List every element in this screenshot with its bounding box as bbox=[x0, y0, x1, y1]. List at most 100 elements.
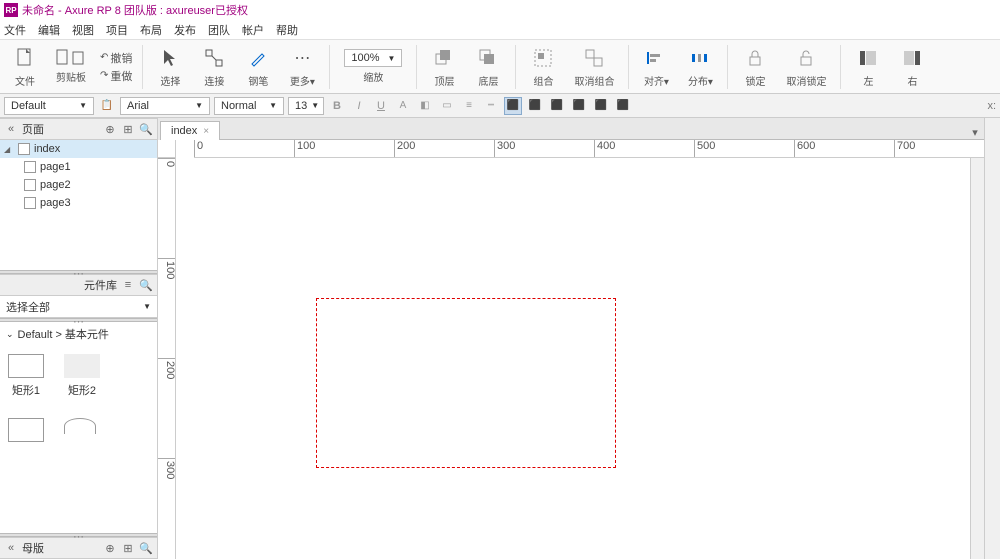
tb-left[interactable]: 左 bbox=[851, 45, 885, 88]
align-left-button[interactable]: ⬛ bbox=[504, 97, 522, 115]
close-tab-icon[interactable]: × bbox=[203, 126, 209, 137]
panel-splitter[interactable] bbox=[0, 318, 157, 322]
pen-icon bbox=[245, 45, 271, 71]
horizontal-ruler[interactable]: 0 100 200 300 400 500 600 700 800 bbox=[194, 140, 984, 158]
hotspot-widget[interactable] bbox=[316, 298, 616, 468]
tb-align[interactable]: 对齐▾ bbox=[639, 45, 673, 88]
menu-account[interactable]: 帐户 bbox=[242, 22, 264, 38]
font-select[interactable]: Arial▼ bbox=[120, 97, 210, 115]
panel-splitter[interactable] bbox=[0, 533, 157, 537]
menu-help[interactable]: 帮助 bbox=[276, 22, 298, 38]
shape-rect1[interactable]: 矩形1 bbox=[8, 354, 44, 398]
menu-team[interactable]: 团队 bbox=[208, 22, 230, 38]
tb-right[interactable]: 右 bbox=[895, 45, 929, 88]
tb-unlock[interactable]: 取消锁定 bbox=[782, 45, 830, 88]
page-icon bbox=[18, 143, 30, 155]
style-copy-icon[interactable]: 📋 bbox=[98, 97, 116, 115]
tabs-dropdown-icon[interactable]: ▾ bbox=[966, 126, 984, 140]
send-back-icon bbox=[475, 45, 501, 71]
fill-color-button[interactable]: ◧ bbox=[416, 97, 434, 115]
page-icon bbox=[24, 161, 36, 173]
vertical-scrollbar[interactable] bbox=[970, 158, 984, 559]
shape-rect2[interactable]: 矩形2 bbox=[64, 354, 100, 398]
menu-view[interactable]: 视图 bbox=[72, 22, 94, 38]
add-folder-icon[interactable]: ⊞ bbox=[121, 541, 135, 555]
menu-publish[interactable]: 发布 bbox=[174, 22, 196, 38]
tab-index[interactable]: index × bbox=[160, 121, 220, 140]
tb-file[interactable]: 文件 bbox=[8, 45, 42, 88]
tb-zoom[interactable]: 100%▼ 缩放 bbox=[340, 49, 406, 84]
tb-ungroup[interactable]: 取消组合 bbox=[570, 45, 618, 88]
tb-front[interactable]: 顶层 bbox=[427, 45, 461, 88]
menu-edit[interactable]: 编辑 bbox=[38, 22, 60, 38]
select-icon bbox=[157, 45, 183, 71]
italic-button[interactable]: I bbox=[350, 97, 368, 115]
shape-ellipse[interactable] bbox=[64, 418, 96, 442]
lock-icon bbox=[742, 45, 768, 71]
page-row-page1[interactable]: page1 bbox=[0, 158, 157, 176]
size-select[interactable]: 13▼ bbox=[288, 97, 324, 115]
shape-rect3[interactable] bbox=[8, 418, 44, 442]
tb-clipboard[interactable]: 剪贴板 bbox=[52, 49, 90, 84]
add-master-icon[interactable]: ⊕ bbox=[103, 541, 117, 555]
search-icon[interactable]: 🔍 bbox=[139, 278, 153, 292]
search-icon[interactable]: 🔍 bbox=[139, 122, 153, 136]
tb-distribute[interactable]: 分布▾ bbox=[683, 45, 717, 88]
border-style-button[interactable]: ┅ bbox=[482, 97, 500, 115]
page-row-page3[interactable]: page3 bbox=[0, 194, 157, 212]
tb-redo[interactable]: ↷ 重做 bbox=[100, 68, 132, 84]
collapse-icon[interactable]: « bbox=[4, 541, 18, 555]
format-bar: Default▼ 📋 Arial▼ Normal▼ 13▼ B I U A ◧ … bbox=[0, 94, 1000, 118]
ungroup-icon bbox=[581, 45, 607, 71]
lib-menu-icon[interactable]: ≡ bbox=[121, 278, 135, 292]
style-select[interactable]: Default▼ bbox=[4, 97, 94, 115]
tb-more[interactable]: ⋯ 更多▾ bbox=[285, 45, 319, 88]
valign-top-button[interactable]: ⬛ bbox=[570, 97, 588, 115]
tb-select[interactable]: 选择 bbox=[153, 45, 187, 88]
expand-icon[interactable]: ◢ bbox=[4, 145, 14, 154]
add-page-icon[interactable]: ⊕ bbox=[103, 122, 117, 136]
align-center-button[interactable]: ⬛ bbox=[526, 97, 544, 115]
pages-panel-header: « 页面 ⊕ ⊞ 🔍 bbox=[0, 118, 157, 140]
tb-connect[interactable]: 连接 bbox=[197, 45, 231, 88]
panel-left-icon bbox=[855, 45, 881, 71]
valign-bot-button[interactable]: ⬛ bbox=[614, 97, 632, 115]
inspector-x-label: x: bbox=[987, 100, 996, 112]
tb-group[interactable]: 组合 bbox=[526, 45, 560, 88]
valign-mid-button[interactable]: ⬛ bbox=[592, 97, 610, 115]
text-color-button[interactable]: A bbox=[394, 97, 412, 115]
menu-file[interactable]: 文件 bbox=[4, 22, 26, 38]
add-folder-icon[interactable]: ⊞ bbox=[121, 122, 135, 136]
search-icon[interactable]: 🔍 bbox=[139, 541, 153, 555]
title-bar: RP 未命名 - Axure RP 8 团队版 : axureuser已授权 bbox=[0, 0, 1000, 20]
tb-pen[interactable]: 钢笔 bbox=[241, 45, 275, 88]
page-row-index[interactable]: ◢ index bbox=[0, 140, 157, 158]
canvas[interactable] bbox=[176, 158, 970, 559]
right-panel-collapsed[interactable] bbox=[984, 118, 1000, 559]
panel-splitter[interactable] bbox=[0, 270, 157, 274]
border-color-button[interactable]: ▭ bbox=[438, 97, 456, 115]
collapse-icon[interactable]: « bbox=[4, 122, 18, 136]
tb-back[interactable]: 底层 bbox=[471, 45, 505, 88]
align-right-button[interactable]: ⬛ bbox=[548, 97, 566, 115]
page-row-page2[interactable]: page2 bbox=[0, 176, 157, 194]
menu-layout[interactable]: 布局 bbox=[140, 22, 162, 38]
canvas-area: index × ▾ 0 100 200 300 400 500 600 700 … bbox=[158, 118, 984, 559]
border-width-button[interactable]: ≡ bbox=[460, 97, 478, 115]
vertical-ruler[interactable]: 0 100 200 300 bbox=[158, 158, 176, 559]
panel-right-icon bbox=[899, 45, 925, 71]
tb-lock[interactable]: 锁定 bbox=[738, 45, 772, 88]
underline-button[interactable]: U bbox=[372, 97, 390, 115]
page-icon bbox=[24, 197, 36, 209]
left-sidebar: « 页面 ⊕ ⊞ 🔍 ◢ index page1 page2 page3 bbox=[0, 118, 158, 559]
main-toolbar: 文件 剪贴板 ↶ 撤销 ↷ 重做 选择 连接 钢笔 ⋯ 更多▾ 100%▼ 缩放… bbox=[0, 40, 1000, 94]
window-title: 未命名 - Axure RP 8 团队版 : axureuser已授权 bbox=[22, 2, 248, 18]
weight-select[interactable]: Normal▼ bbox=[214, 97, 284, 115]
menu-project[interactable]: 项目 bbox=[106, 22, 128, 38]
menu-bar: 文件 编辑 视图 项目 布局 发布 团队 帐户 帮助 bbox=[0, 20, 1000, 40]
tb-undo[interactable]: ↶ 撤销 bbox=[100, 50, 132, 66]
bold-button[interactable]: B bbox=[328, 97, 346, 115]
zoom-input[interactable]: 100%▼ bbox=[344, 49, 402, 67]
app-logo-icon: RP bbox=[4, 3, 18, 17]
align-icon bbox=[643, 45, 669, 71]
